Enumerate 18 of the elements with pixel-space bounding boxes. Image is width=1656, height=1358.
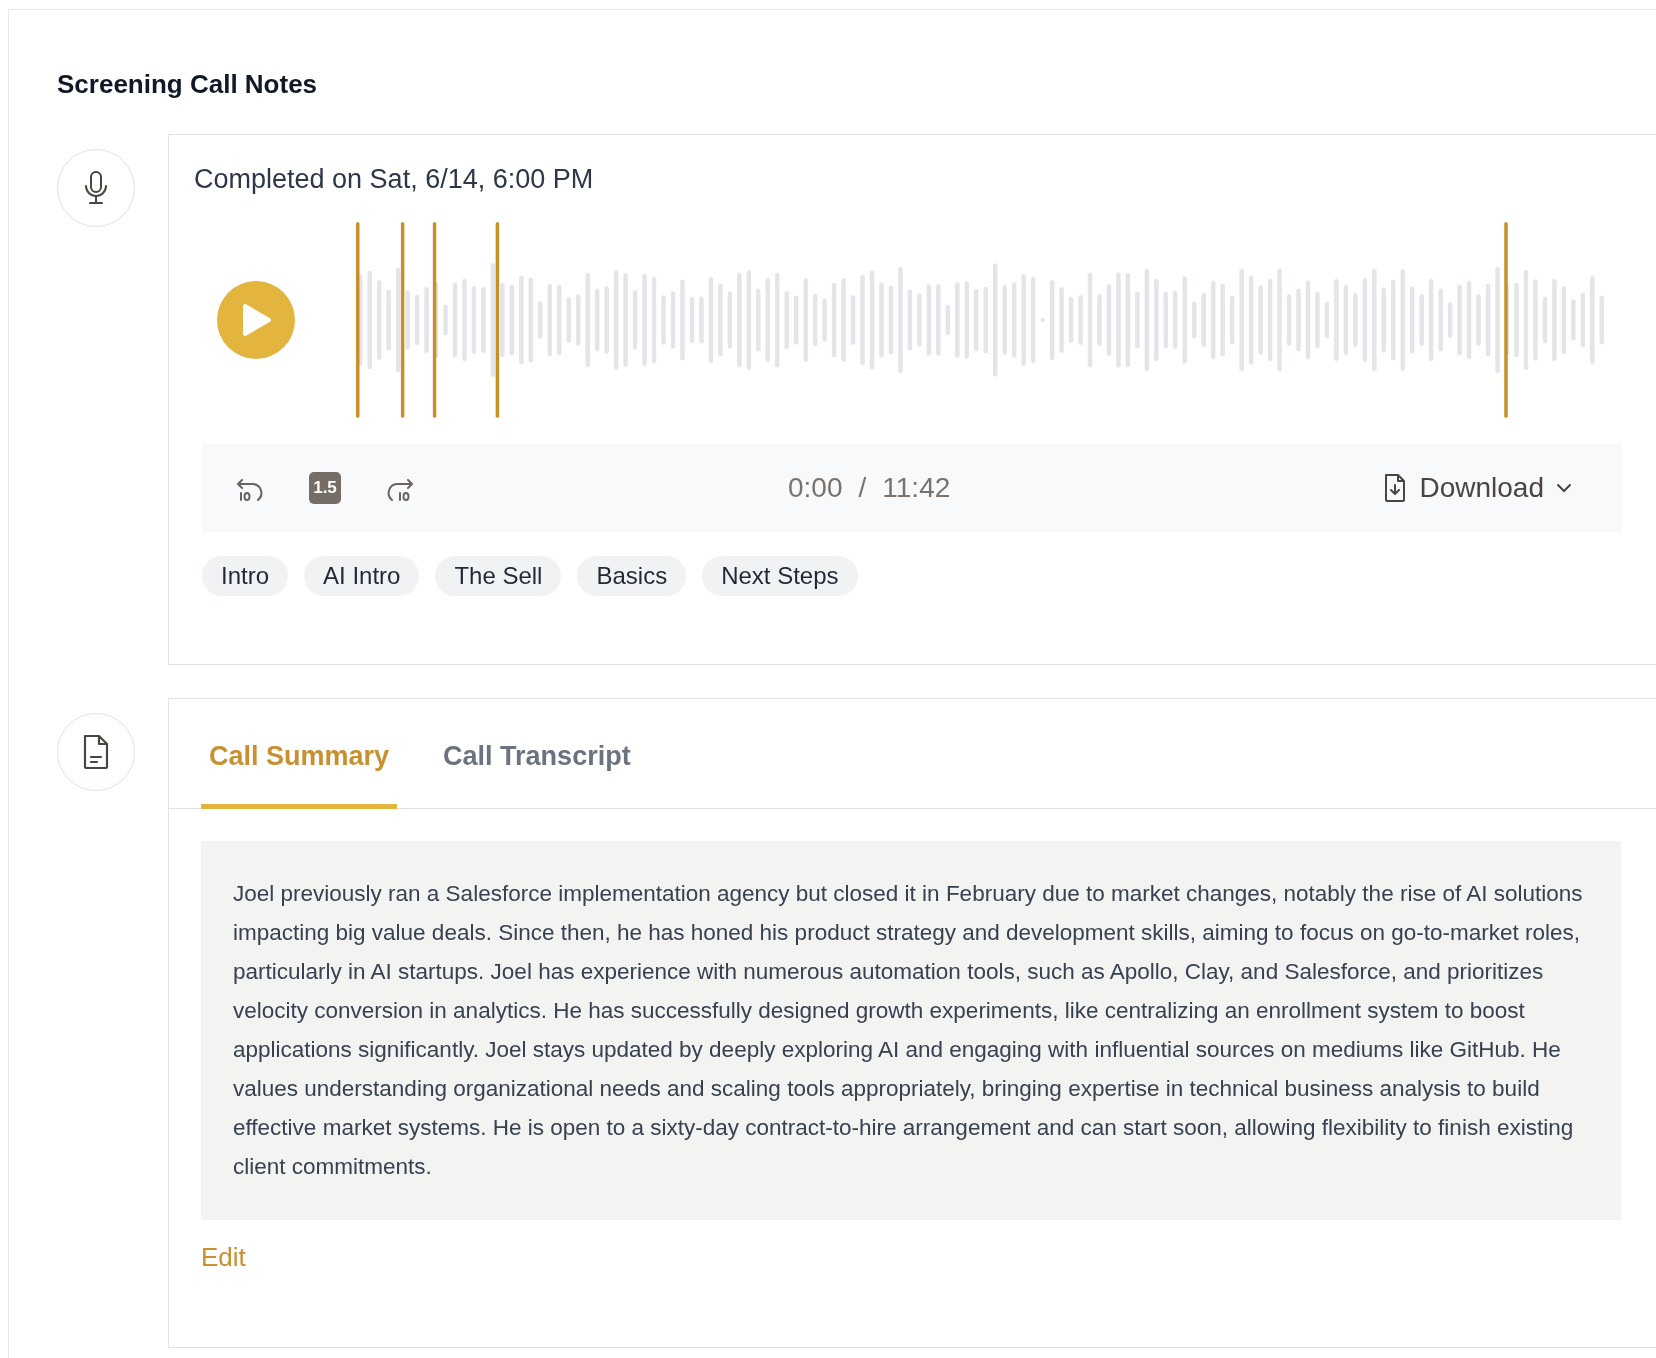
chapter-chip[interactable]: Basics (577, 556, 687, 596)
current-time: 0:00 (788, 471, 843, 505)
call-summary-text: Joel previously ran a Salesforce implementation agency but closed it in February due to market changes, notably the rise of AI solutions impacting big value deals. Since then, he has honed his product strategy and development skills, aiming to focus on go-to-market roles, particularly in AI startups. Joel has experience with numerous automation tools, such as Apollo, Clay, and Salesforce, and prioritizes velocity conversion in analytics. He has successfully designed growth experiments, like centralizing an enrollment system to boost applications significantly. Joel stays updated by deeply exploring AI and engaging with influential sources on mediums like GitHub. He values understanding organizational needs and scaling tools appropriately, bringing expertise in technical business analysis to build effective market systems. He is open to a sixty-day contract-to-hire arrangement and can start soon, allowing flexibility to finish existing client commitments. (201, 841, 1621, 1220)
duration: 11:42 (882, 471, 951, 505)
chapter-chip[interactable]: Intro (202, 556, 289, 596)
file-download-icon (1383, 473, 1408, 503)
download-button[interactable]: Download (1383, 467, 1572, 509)
chapter-chip[interactable]: AI Intro (304, 556, 420, 596)
chevron-down-icon (1556, 483, 1572, 493)
playback-speed-button[interactable]: 1.5 (309, 472, 341, 504)
chapter-chip[interactable]: The Sell (435, 556, 562, 596)
section-title: Screening Call Notes (57, 68, 319, 100)
completed-date: Completed on Sat, 6/14, 6:00 PM (194, 163, 595, 196)
microphone-icon (83, 170, 109, 206)
time-separator: / (858, 471, 867, 505)
tab[interactable]: Call Transcript (413, 699, 661, 809)
document-icon (81, 734, 111, 770)
chapter-chip[interactable]: Next Steps (702, 556, 858, 596)
